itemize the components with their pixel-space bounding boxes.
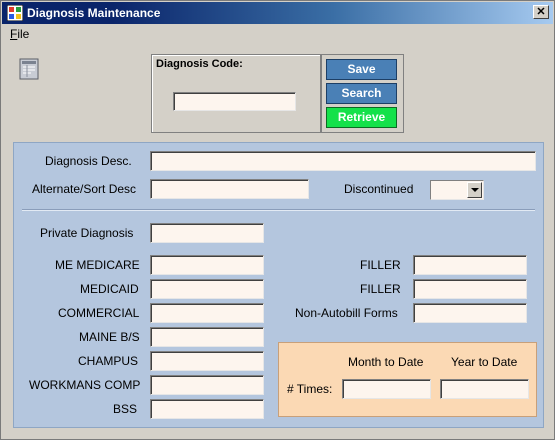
app-window-icon [7, 5, 23, 21]
diagnosis-code-label: Diagnosis Code: [156, 58, 243, 70]
report-icon[interactable] [17, 58, 41, 80]
workmans-comp-input[interactable] [150, 375, 264, 395]
discontinued-select[interactable] [430, 180, 484, 200]
champus-label: CHAMPUS [78, 354, 139, 368]
workmans-comp-label: WORKMANS COMP [29, 378, 141, 392]
champus-input[interactable] [150, 351, 264, 371]
filler-1-label: FILLER [360, 258, 401, 272]
search-button[interactable]: Search [326, 83, 397, 104]
chevron-down-icon[interactable] [467, 182, 482, 198]
non-autobill-forms-label: Non-Autobill Forms [295, 306, 398, 320]
retrieve-button[interactable]: Retrieve [326, 107, 397, 128]
private-diagnosis-input[interactable] [150, 223, 264, 243]
times-summary-box: Month to Date Year to Date # Times: [278, 342, 537, 417]
year-to-date-header: Year to Date [451, 355, 518, 369]
close-icon[interactable]: ✕ [533, 5, 549, 19]
maine-bs-label: MAINE B/S [79, 330, 140, 344]
medicaid-input[interactable] [150, 279, 264, 299]
discontinued-label: Discontinued [344, 182, 414, 196]
me-medicare-label: ME MEDICARE [55, 258, 140, 272]
section-divider [22, 209, 535, 211]
window-title: Diagnosis Maintenance [27, 6, 161, 20]
action-buttons-panel: Save Search Retrieve [321, 54, 404, 133]
me-medicare-input[interactable] [150, 255, 264, 275]
filler-1-input[interactable] [413, 255, 527, 275]
diagnosis-code-input[interactable] [173, 92, 296, 111]
alternate-sort-desc-input[interactable] [150, 179, 309, 199]
maine-bs-input[interactable] [150, 327, 264, 347]
year-to-date-input[interactable] [440, 379, 529, 399]
menu-bar: File [2, 24, 553, 43]
diagnosis-code-panel: Diagnosis Code: [151, 54, 321, 133]
private-diagnosis-label: Private Diagnosis [40, 226, 134, 240]
filler-2-input[interactable] [413, 279, 527, 299]
non-autobill-forms-input[interactable] [413, 303, 527, 323]
diagnosis-maintenance-window: Diagnosis Maintenance ✕ File Diagnosis C… [0, 0, 555, 440]
diagnosis-desc-label: Diagnosis Desc. [45, 154, 132, 168]
commercial-input[interactable] [150, 303, 264, 323]
bss-input[interactable] [150, 399, 264, 419]
medicaid-label: MEDICAID [80, 282, 139, 296]
bss-label: BSS [113, 402, 138, 416]
menu-file[interactable]: File [10, 27, 29, 41]
times-row-label: # Times: [287, 382, 333, 396]
commercial-label: COMMERCIAL [58, 306, 140, 320]
diagnosis-details-panel: Diagnosis Desc. Alternate/Sort Desc Disc… [13, 142, 544, 428]
diagnosis-desc-input[interactable] [150, 151, 536, 171]
alternate-sort-desc-label: Alternate/Sort Desc [32, 182, 137, 196]
filler-2-label: FILLER [360, 282, 401, 296]
save-button[interactable]: Save [326, 59, 397, 80]
title-bar: Diagnosis Maintenance ✕ [2, 2, 553, 24]
month-to-date-input[interactable] [342, 379, 431, 399]
month-to-date-header: Month to Date [348, 355, 424, 369]
